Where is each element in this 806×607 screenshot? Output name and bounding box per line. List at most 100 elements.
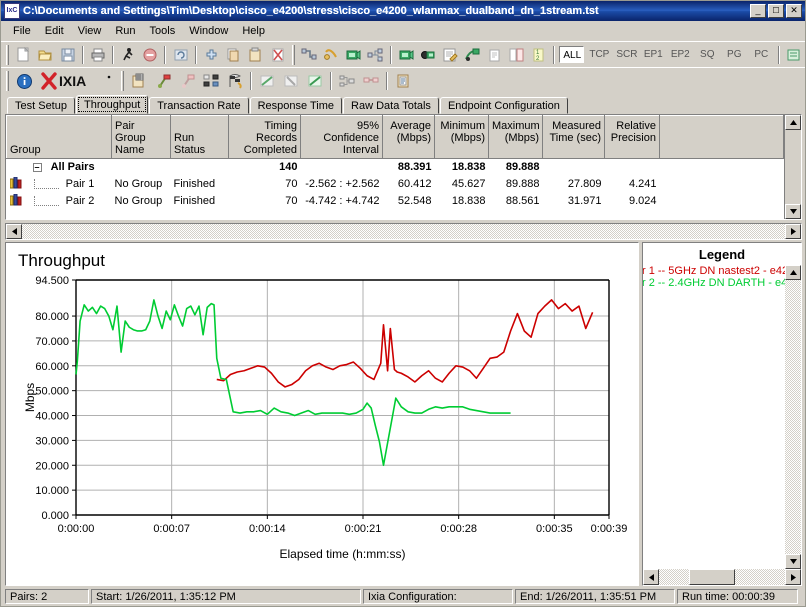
stop-test-icon[interactable] <box>140 44 160 66</box>
filter-pc-button[interactable]: PC <box>749 46 774 63</box>
filter-all-button[interactable]: ALL <box>559 46 585 63</box>
video-monitor-icon[interactable] <box>396 44 416 66</box>
stop-run-icon[interactable] <box>176 70 198 92</box>
table-row[interactable]: Pair 1 No Group Finished 70 -2.562 : +2.… <box>7 176 784 193</box>
minimize-button[interactable]: _ <box>750 4 766 18</box>
table-vertical-scrollbar[interactable] <box>784 115 801 219</box>
scroll-right-button[interactable] <box>785 224 801 239</box>
toolbar-grip-2[interactable] <box>291 44 295 65</box>
voip-pair-icon[interactable] <box>321 44 341 66</box>
multicast-pair-icon[interactable] <box>365 44 385 66</box>
paste-icon[interactable] <box>245 44 265 66</box>
run-test-icon[interactable] <box>118 44 138 66</box>
compare-icon[interactable] <box>507 44 527 66</box>
svg-text:94.500: 94.500 <box>35 275 69 287</box>
col-confidence-interval[interactable]: 95% Confidence Interval <box>300 115 383 159</box>
menu-tools[interactable]: Tools <box>143 23 183 39</box>
col-measured-time[interactable]: Measured Time (sec) <box>542 115 605 159</box>
filter-pg-button[interactable]: PG <box>722 46 747 63</box>
status-end-time: End: 1/26/2011, 1:35:51 PM <box>515 589 675 604</box>
col-pair-group-name[interactable]: Pair Group Name <box>111 115 171 159</box>
col-minimum[interactable]: Minimum (Mbps) <box>434 115 489 159</box>
filter-sq-button[interactable]: SQ <box>695 46 720 63</box>
scroll-up-button[interactable] <box>785 115 801 130</box>
legend-scroll-down-button[interactable] <box>785 554 801 569</box>
filter-ep1-button[interactable]: EP1 <box>641 46 666 63</box>
video-pair-icon[interactable] <box>343 44 363 66</box>
table-horizontal-scrollbar[interactable] <box>5 223 802 240</box>
legend-hscroll-thumb[interactable] <box>689 569 735 585</box>
tab-throughput[interactable]: Throughput <box>75 95 149 114</box>
tab-test-setup[interactable]: Test Setup <box>7 97 75 114</box>
col-average[interactable]: Average (Mbps) <box>382 115 435 159</box>
sequence-icon[interactable]: 12 <box>529 44 549 66</box>
toolbar-grip-4[interactable] <box>121 71 124 91</box>
menu-window[interactable]: Window <box>182 23 235 39</box>
cell-maximum: 88.561 <box>505 195 540 207</box>
col-run-status[interactable]: Run Status <box>170 115 229 159</box>
throughput-chart[interactable]: 0.000 10.000 20.000 30.000 40.000 50.000 60.00… <box>6 243 635 575</box>
scroll-left-button[interactable] <box>6 224 22 239</box>
print-icon[interactable] <box>88 44 108 66</box>
group-label: All Pairs <box>50 161 95 173</box>
multi-run-icon[interactable] <box>200 70 222 92</box>
cell-average: 88.391 <box>397 161 432 173</box>
legend-scroll-up-button[interactable] <box>785 265 801 280</box>
col-timing-records[interactable]: Timing Records Completed <box>228 115 301 159</box>
add-pair-icon[interactable] <box>201 44 221 66</box>
tab-transaction-rate[interactable]: Transaction Rate <box>149 97 249 114</box>
filter-scr-button[interactable]: SCR <box>613 46 638 63</box>
legend-vertical-scrollbar[interactable] <box>785 265 801 569</box>
delete-pair-icon[interactable] <box>267 44 287 66</box>
start-run-icon[interactable] <box>152 70 174 92</box>
refresh-icon[interactable] <box>170 44 190 66</box>
clear-results-icon[interactable] <box>280 70 302 92</box>
scroll-down-button[interactable] <box>785 204 801 219</box>
run-results-icon[interactable] <box>128 70 150 92</box>
legend-item-pair2[interactable]: r 2 -- 2.4GHz DN DARTH - e4 <box>643 277 785 289</box>
toolbar-grip[interactable] <box>6 44 9 65</box>
table-row[interactable]: Pair 2 No Group Finished 70 -4.742 : +4.… <box>7 193 784 210</box>
menu-edit[interactable]: Edit <box>38 23 71 39</box>
hardware-perf-icon[interactable] <box>462 44 482 66</box>
report-icon[interactable] <box>485 44 505 66</box>
group-pairs-icon[interactable] <box>336 70 358 92</box>
edit-script-icon[interactable] <box>440 44 460 66</box>
legend-scroll-left-button[interactable] <box>643 569 659 585</box>
save-test-icon[interactable] <box>57 44 77 66</box>
menu-run[interactable]: Run <box>108 23 142 39</box>
copy-icon[interactable] <box>223 44 243 66</box>
filter-tcp-button[interactable]: TCP <box>586 46 611 63</box>
cell-maximum: 89.888 <box>505 178 540 190</box>
table-row[interactable]: – All Pairs 140 88.391 18.838 89.888 <box>7 159 784 177</box>
tab-response-time[interactable]: Response Time <box>249 97 343 114</box>
collapse-icon[interactable]: – <box>32 163 42 172</box>
tab-endpoint-configuration[interactable]: Endpoint Configuration <box>439 97 568 114</box>
col-maximum[interactable]: Maximum (Mbps) <box>488 115 543 159</box>
finish-run-icon[interactable] <box>224 70 246 92</box>
legend-horizontal-scrollbar[interactable] <box>643 569 801 585</box>
network-map-icon[interactable] <box>784 44 804 66</box>
info-icon[interactable] <box>13 70 35 92</box>
toolbar-grip-3[interactable] <box>6 71 9 91</box>
col-group[interactable]: Group <box>6 115 112 159</box>
validate-icon[interactable] <box>256 70 278 92</box>
pair-properties-icon[interactable] <box>360 70 382 92</box>
col-relative-precision[interactable]: Relative Precision <box>604 115 660 159</box>
menu-file[interactable]: File <box>6 23 38 39</box>
close-button[interactable]: ✕ <box>786 4 802 18</box>
legend-scroll-right-button[interactable] <box>785 569 801 585</box>
legend-item-pair1[interactable]: r 1 -- 5GHz DN nastest2 - e42 <box>643 265 785 277</box>
video-camera-icon[interactable] <box>418 44 438 66</box>
menu-view[interactable]: View <box>71 23 109 39</box>
tab-raw-data-totals[interactable]: Raw Data Totals <box>343 97 439 114</box>
filter-ep2-button[interactable]: EP2 <box>668 46 693 63</box>
validate-all-icon[interactable] <box>304 70 326 92</box>
endpoint-pair-icon[interactable] <box>299 44 319 66</box>
hscroll-track[interactable] <box>22 224 785 239</box>
new-test-icon[interactable] <box>13 44 33 66</box>
maximize-button[interactable]: ☐ <box>768 4 784 18</box>
dataset-icon[interactable] <box>392 70 414 92</box>
open-test-icon[interactable] <box>35 44 55 66</box>
menu-help[interactable]: Help <box>235 23 272 39</box>
